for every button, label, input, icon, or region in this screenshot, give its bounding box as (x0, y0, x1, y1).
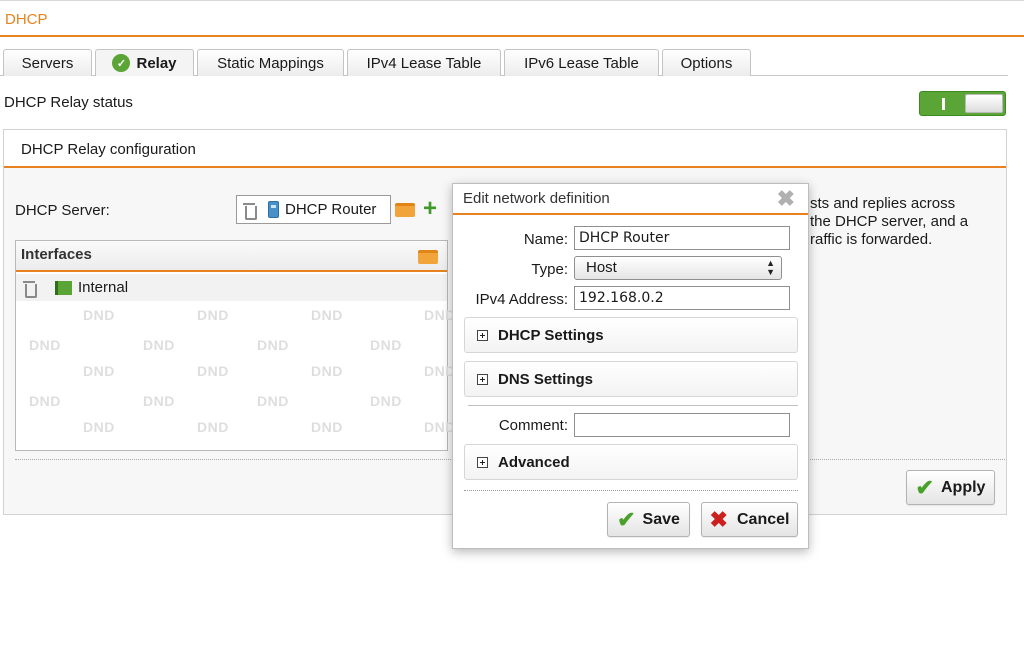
dhcp-server-field[interactable]: DHCP Router (236, 195, 391, 224)
comment-label: Comment: (498, 417, 568, 434)
interface-row[interactable]: Internal (16, 274, 447, 301)
dnd-watermark: DND (143, 337, 175, 353)
dialog-divider (468, 405, 798, 406)
dnd-watermark: DND (197, 363, 229, 379)
tab-options[interactable]: Options (662, 49, 751, 76)
comment-input[interactable] (574, 413, 790, 437)
section-label: Advanced (498, 453, 570, 471)
type-select[interactable]: Host ▲ ▼ (574, 256, 782, 280)
relay-status-label: DHCP Relay status (4, 94, 133, 111)
name-input[interactable]: DHCP Router (574, 226, 790, 250)
config-header: DHCP Relay configuration (4, 130, 1006, 168)
dhcp-server-label: DHCP Server: (15, 202, 110, 219)
section-label: DNS Settings (498, 370, 594, 388)
advanced-section[interactable]: Advanced (464, 444, 798, 480)
dnd-watermark: DND (311, 363, 343, 379)
check-circle-icon: ✓ (112, 54, 131, 72)
interfaces-box: Interfaces Internal DND DND DND DND DND … (15, 240, 455, 451)
dotted-separator (464, 490, 798, 491)
tab-label: Servers (21, 54, 74, 72)
checkmark-icon: ✔ (915, 474, 934, 500)
interfaces-header: Interfaces (16, 241, 447, 272)
tab-bar: Servers ✓ Relay Static Mappings IPv4 Lea… (0, 49, 1024, 76)
description-line: the DHCP server, and a (810, 213, 969, 230)
tab-ipv4-lease-table[interactable]: IPv4 Lease Table (347, 49, 501, 76)
dnd-watermark: DND (143, 393, 175, 409)
tab-servers[interactable]: Servers (3, 49, 92, 76)
title-rule (0, 35, 1024, 37)
dnd-watermark: DND (29, 393, 61, 409)
dnd-watermark: DND (197, 307, 229, 323)
x-icon: ✖ (709, 506, 728, 532)
dnd-watermark: DND (83, 307, 115, 323)
tab-label: IPv4 Lease Table (366, 54, 482, 72)
dns-settings-section[interactable]: DNS Settings (464, 361, 798, 397)
relay-description: sts and replies across the DHCP server, … (810, 195, 1010, 249)
dnd-watermark: DND (197, 419, 229, 435)
tab-label: Options (680, 54, 733, 72)
flag-icon (55, 280, 72, 295)
toggle-knob[interactable] (965, 94, 1003, 113)
top-border (0, 0, 1024, 1)
apply-button-label: Apply (940, 478, 986, 496)
checkmark-icon: ✔ (617, 506, 636, 532)
trash-icon[interactable] (243, 202, 257, 220)
dhcp-settings-section[interactable]: DHCP Settings (464, 317, 798, 353)
section-label: DHCP Settings (498, 326, 604, 344)
dialog-title: Edit network definition (463, 190, 610, 207)
dnd-watermark: DND (311, 307, 343, 323)
relay-status-toggle[interactable] (919, 91, 1006, 116)
dnd-watermark: DND (311, 419, 343, 435)
folder-icon[interactable] (418, 250, 438, 264)
edit-network-dialog: Edit network definition ✖ Name: DHCP Rou… (452, 183, 809, 549)
description-line: raffic is forwarded. (810, 231, 933, 248)
save-button-label: Save (642, 510, 680, 528)
tab-static-mappings[interactable]: Static Mappings (197, 49, 344, 76)
description-line: sts and replies across (810, 195, 956, 212)
ipv4-label: IPv4 Address: (475, 291, 568, 308)
dnd-watermark: DND (370, 337, 402, 353)
host-icon (268, 201, 279, 218)
name-label: Name: (523, 231, 568, 248)
interfaces-title: Interfaces (21, 246, 92, 263)
save-button[interactable]: ✔ Save (607, 502, 690, 537)
expand-icon[interactable] (477, 373, 488, 385)
expand-icon[interactable] (477, 456, 488, 468)
toggle-on-indicator (942, 98, 945, 110)
tab-relay[interactable]: ✓ Relay (95, 49, 194, 76)
page-title: DHCP (5, 11, 48, 28)
cancel-button[interactable]: ✖ Cancel (701, 502, 798, 537)
tab-label: Relay (136, 54, 177, 72)
expand-icon[interactable] (477, 329, 488, 341)
dhcp-server-value: DHCP Router (285, 201, 377, 218)
cancel-button-label: Cancel (736, 510, 790, 528)
select-arrows-icon: ▲ ▼ (766, 258, 775, 277)
interface-name: Internal (78, 279, 129, 296)
dnd-watermark: DND (29, 337, 61, 353)
dnd-watermark: DND (370, 393, 402, 409)
trash-icon[interactable] (23, 280, 37, 298)
config-title: DHCP Relay configuration (21, 141, 196, 158)
dnd-watermark: DND (257, 393, 289, 409)
ipv4-input[interactable]: 192.168.0.2 (574, 286, 790, 310)
plus-icon[interactable]: + (423, 197, 437, 221)
folder-icon[interactable] (395, 203, 415, 217)
dnd-watermark: DND (257, 337, 289, 353)
tab-label: Static Mappings (217, 54, 324, 72)
type-label: Type: (531, 261, 568, 278)
close-icon[interactable]: ✖ (777, 186, 795, 212)
tab-ipv6-lease-table[interactable]: IPv6 Lease Table (504, 49, 659, 76)
type-select-value: Host (586, 259, 617, 276)
dialog-header[interactable]: Edit network definition ✖ (453, 184, 808, 215)
tab-label: IPv6 Lease Table (524, 54, 639, 72)
apply-button[interactable]: ✔ Apply (906, 470, 995, 505)
dnd-watermark: DND (83, 363, 115, 379)
dnd-watermark: DND (83, 419, 115, 435)
